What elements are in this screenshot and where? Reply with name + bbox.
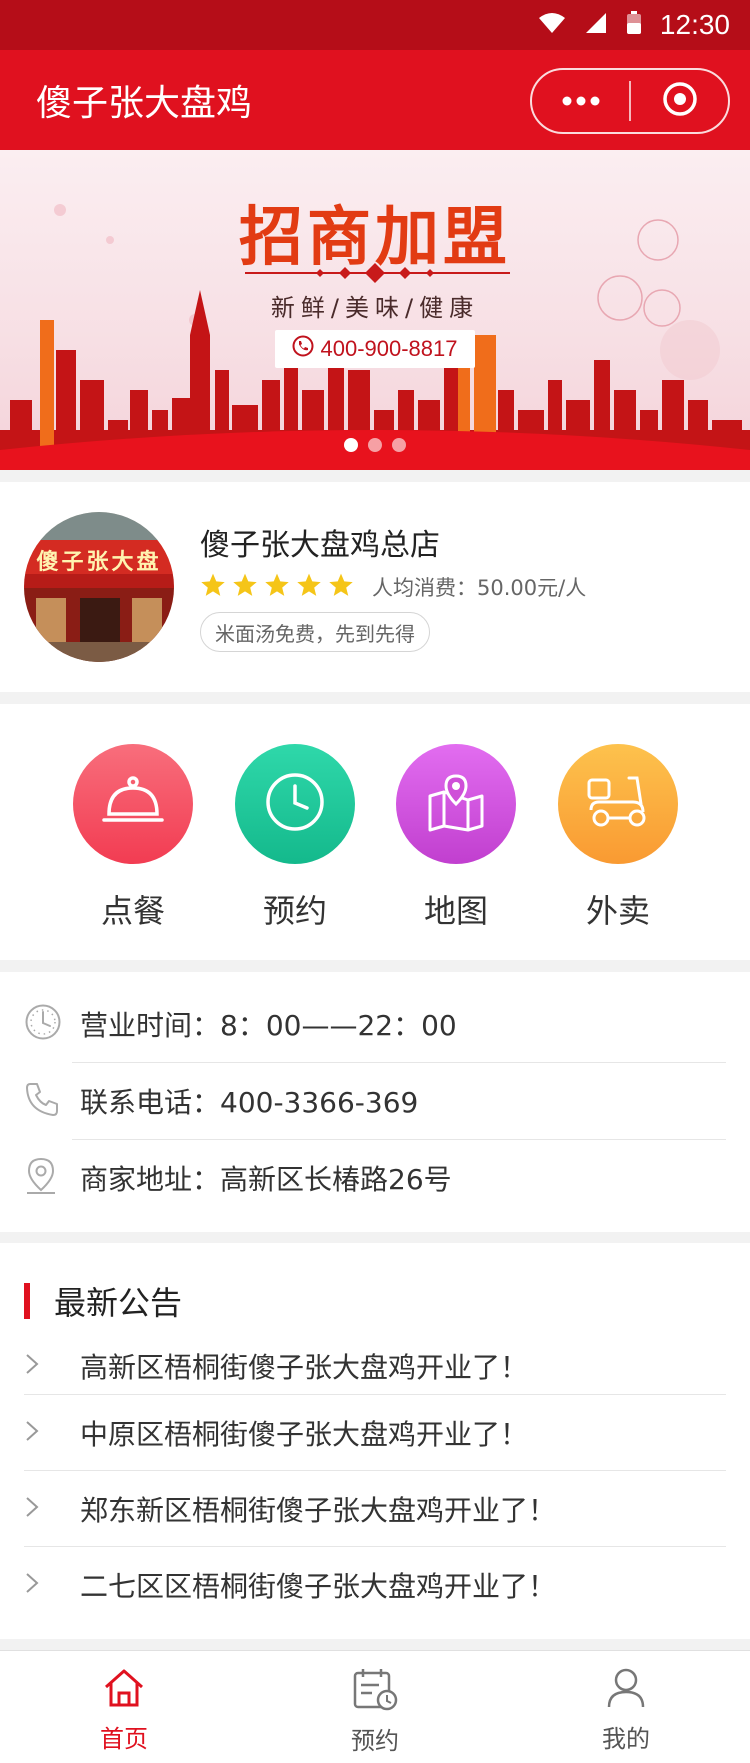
tab-label: 预约 (351, 1727, 399, 1755)
title-accent-bar (24, 1283, 30, 1319)
reserve-circle (235, 744, 355, 864)
star-icon (328, 572, 354, 602)
contact-phone: 联系电话：400-3366-369 (80, 1086, 419, 1119)
carousel-dot[interactable] (344, 438, 358, 452)
store-card[interactable]: 傻子张大盘 傻子张大盘鸡总店 人均消费：50.00元/人 米面汤免费，先到先得 (0, 482, 750, 692)
star-icon (200, 572, 226, 602)
carousel-dot[interactable] (392, 438, 406, 452)
star-icon (296, 572, 322, 602)
phone-icon (24, 1081, 60, 1121)
menu-label: 外卖 (585, 892, 650, 930)
dish-cover-icon (101, 774, 165, 834)
banner-phone-number: 400-900-8817 (320, 336, 458, 361)
app-page: 12:30 傻子张大盘鸡 招商加盟 新鲜/美味/健康 400-900-8817 … (0, 0, 750, 1763)
notice-text: 高新区梧桐街傻子张大盘鸡开业了！ (80, 1351, 529, 1384)
location-pin-icon (24, 1157, 58, 1199)
scooter-icon (585, 774, 651, 834)
home-icon (102, 1667, 146, 1713)
chevron-right-icon (24, 1352, 40, 1380)
menu-item-map[interactable]: 地图 (396, 744, 516, 932)
menu-item-order[interactable]: 点餐 (73, 744, 193, 932)
mini-program-capsule (530, 68, 730, 134)
info-row-phone[interactable]: 联系电话：400-3366-369 (24, 1063, 726, 1139)
star-icon (232, 572, 258, 602)
battery-icon (626, 11, 642, 39)
order-circle (73, 744, 193, 864)
more-dots-icon (561, 92, 601, 111)
tab-reserve[interactable]: 预约 (315, 1667, 435, 1756)
business-hours: 营业时间：8：00——22：00 (80, 1009, 457, 1042)
close-mini-program-button[interactable] (631, 70, 728, 132)
more-button[interactable] (532, 70, 629, 132)
notice-text: 中原区梧桐街傻子张大盘鸡开业了！ (80, 1418, 529, 1451)
nav-header: 傻子张大盘鸡 (0, 50, 750, 150)
banner-carousel[interactable]: 招商加盟 新鲜/美味/健康 400-900-8817 (0, 150, 750, 470)
map-pin-icon (424, 772, 488, 836)
notice-item[interactable]: 高新区梧桐街傻子张大盘鸡开业了！ (24, 1328, 726, 1404)
average-spend: 人均消费：50.00元/人 (372, 576, 587, 600)
notice-text: 郑东新区梧桐街傻子张大盘鸡开业了！ (80, 1494, 557, 1527)
notice-section: 最新公告 高新区梧桐街傻子张大盘鸡开业了！ 中原区梧桐街傻子张大盘鸡开业了！ 郑… (0, 1243, 750, 1639)
store-sign-text: 傻子张大盘 (36, 549, 162, 575)
notice-text: 二七区区梧桐街傻子张大盘鸡开业了！ (80, 1570, 557, 1603)
banner-phone-badge: 400-900-8817 (275, 330, 475, 368)
menu-label: 预约 (262, 892, 327, 930)
store-info: 营业时间：8：00——22：00 联系电话：400-3366-369 商家地址：… (0, 972, 750, 1232)
menu-item-delivery[interactable]: 外卖 (558, 744, 678, 932)
star-icon (264, 572, 290, 602)
banner-subline: 新鲜/美味/健康 (270, 294, 480, 322)
store-avatar: 傻子张大盘 (24, 512, 174, 662)
delivery-circle (558, 744, 678, 864)
info-row-hours: 营业时间：8：00——22：00 (24, 986, 726, 1062)
menu-item-reserve[interactable]: 预约 (235, 744, 355, 932)
notice-title: 最新公告 (54, 1284, 183, 1322)
notice-header: 最新公告 (24, 1283, 182, 1322)
clock-icon (24, 1003, 62, 1045)
rating-stars (200, 572, 354, 602)
clock-icon (263, 770, 327, 838)
clock-time: 12:30 (659, 9, 730, 40)
tab-mine[interactable]: 我的 (566, 1667, 686, 1754)
notice-item[interactable]: 郑东新区梧桐街傻子张大盘鸡开业了！ (24, 1471, 726, 1547)
notice-item[interactable]: 中原区梧桐街傻子张大盘鸡开业了！ (24, 1395, 726, 1471)
carousel-indicators (0, 438, 750, 452)
signal-icon (584, 12, 608, 38)
quick-menu: 点餐 预约 地图 外卖 (0, 704, 750, 960)
page-title: 傻子张大盘鸡 (36, 83, 253, 124)
phone-icon (292, 335, 314, 363)
carousel-dot[interactable] (368, 438, 382, 452)
promo-tag: 米面汤免费，先到先得 (200, 612, 430, 652)
tab-label: 首页 (100, 1725, 148, 1753)
tab-home[interactable]: 首页 (64, 1667, 184, 1754)
chevron-right-icon (24, 1495, 40, 1523)
info-row-address[interactable]: 商家地址：高新区长椿路26号 (24, 1140, 726, 1216)
store-address: 商家地址：高新区长椿路26号 (80, 1163, 452, 1196)
notice-item[interactable]: 二七区区梧桐街傻子张大盘鸡开业了！ (24, 1547, 726, 1623)
calendar-clock-icon (352, 1667, 398, 1715)
chevron-right-icon (24, 1419, 40, 1447)
wifi-icon (538, 12, 566, 38)
tab-label: 我的 (602, 1725, 650, 1753)
chevron-right-icon (24, 1571, 40, 1599)
map-circle (396, 744, 516, 864)
bottom-tab-bar: 首页 预约 我的 (0, 1650, 750, 1763)
target-close-icon (662, 81, 698, 121)
user-icon (606, 1667, 646, 1713)
banner-headline: 招商加盟 (239, 200, 511, 275)
menu-label: 地图 (423, 892, 488, 930)
status-bar: 12:30 (0, 0, 750, 50)
store-name: 傻子张大盘鸡总店 (200, 528, 440, 563)
menu-label: 点餐 (100, 892, 165, 930)
